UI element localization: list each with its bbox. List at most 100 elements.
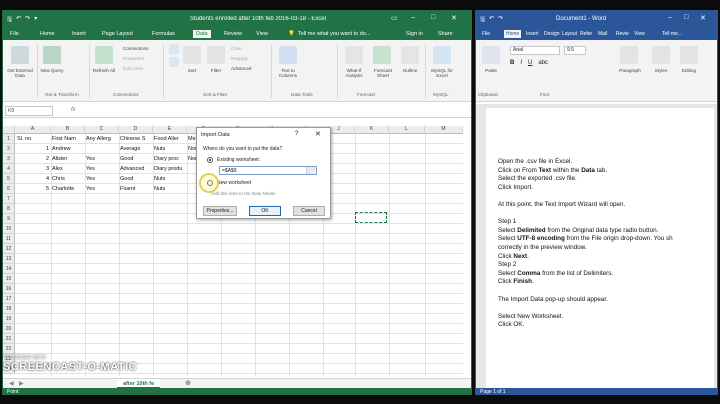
editing-icon[interactable]	[680, 46, 698, 64]
column-header[interactable]: M	[425, 126, 463, 134]
cell[interactable]: 3	[17, 164, 49, 174]
add-data-model-checkbox[interactable]: Add this data to the Data Model	[211, 191, 275, 196]
cell[interactable]: 1	[17, 144, 49, 154]
tab-data[interactable]: Data	[193, 30, 211, 38]
tab-review[interactable]: Revie	[614, 30, 631, 38]
cell[interactable]: Andrew	[52, 144, 85, 154]
cell[interactable]: Yes	[86, 184, 119, 194]
close-icon[interactable]: ✕	[315, 130, 321, 138]
sign-in-link[interactable]: Sign in	[403, 30, 426, 38]
edit-links-button[interactable]: Edit Links	[123, 66, 143, 71]
cell-header[interactable]: Sl. no.	[17, 134, 51, 144]
clear-button[interactable]: Clear	[231, 46, 242, 51]
sort-za-icon[interactable]	[169, 57, 179, 67]
tab-review[interactable]: Review	[221, 30, 245, 38]
cell[interactable]: Nuts	[154, 184, 187, 194]
cell[interactable]: Good	[120, 154, 153, 164]
sort-az-icon[interactable]	[169, 44, 179, 54]
cell[interactable]: 4	[17, 174, 49, 184]
scroll-left-icon[interactable]: ◀	[9, 380, 14, 387]
new-query-icon[interactable]	[43, 46, 61, 64]
cell[interactable]: Diary proc	[154, 154, 187, 164]
paste-icon[interactable]	[482, 46, 500, 64]
tab-layout[interactable]: Layout	[560, 30, 579, 38]
save-icon[interactable]: 🖫	[480, 15, 485, 25]
cell[interactable]: Advanced	[120, 164, 153, 174]
get-external-data-icon[interactable]	[11, 46, 29, 64]
cell[interactable]: Yes	[86, 174, 119, 184]
sort-icon[interactable]	[183, 46, 201, 64]
help-icon[interactable]: ?	[295, 131, 298, 137]
row-header[interactable]: 21	[3, 334, 15, 344]
mysql-icon[interactable]	[433, 46, 451, 64]
row-header[interactable]: 14	[3, 264, 15, 274]
row-header[interactable]: 18	[3, 304, 15, 314]
column-header[interactable]: C	[85, 126, 119, 134]
row-header[interactable]: 10	[3, 224, 15, 234]
tell-me-box[interactable]: Tell me...	[660, 30, 684, 38]
row-header[interactable]: 16	[3, 284, 15, 294]
tab-view[interactable]: View	[253, 30, 271, 38]
row-header[interactable]: 9	[3, 214, 15, 224]
customize-icon[interactable]: ▾	[34, 15, 37, 25]
row-header[interactable]: 2	[3, 144, 15, 154]
italic-icon[interactable]: I	[520, 60, 522, 66]
ribbon-options-icon[interactable]: ▭	[391, 14, 398, 22]
font-name-select[interactable]: Arial	[510, 46, 560, 55]
tab-home[interactable]: Home	[504, 30, 522, 38]
row-header[interactable]: 12	[3, 244, 15, 254]
cell[interactable]: Fluent	[120, 184, 153, 194]
maximize-icon[interactable]: □	[684, 14, 688, 21]
text-to-columns-icon[interactable]	[279, 46, 297, 64]
row-header[interactable]: 1	[3, 134, 15, 144]
cell[interactable]: Average	[120, 144, 153, 154]
column-header[interactable]: K	[355, 126, 389, 134]
add-sheet-icon[interactable]: ⊕	[185, 379, 191, 387]
minimize-icon[interactable]: –	[668, 14, 672, 21]
cell[interactable]: Alister	[52, 154, 85, 164]
cell[interactable]: Yes	[86, 164, 119, 174]
cell[interactable]: 5	[17, 184, 49, 194]
column-header[interactable]: D	[119, 126, 153, 134]
cell-header[interactable]: First Nam	[52, 134, 85, 144]
collapse-dialog-icon[interactable]	[306, 167, 315, 174]
cell[interactable]: Nuts	[154, 144, 187, 154]
what-if-analysis-icon[interactable]	[345, 46, 363, 64]
connections-button[interactable]: Connections	[123, 46, 149, 51]
paragraph-icon[interactable]	[620, 46, 638, 64]
row-header[interactable]: 22	[3, 344, 15, 354]
properties-button[interactable]: Properties...	[203, 206, 237, 216]
outline-icon[interactable]	[401, 46, 419, 64]
row-header[interactable]: 7	[3, 194, 15, 204]
tab-insert[interactable]: Insert	[69, 30, 89, 38]
advanced-button[interactable]: Advanced	[231, 66, 251, 71]
undo-icon[interactable]: ↶	[16, 15, 21, 25]
tab-design[interactable]: Design	[542, 30, 562, 38]
tab-page-layout[interactable]: Page Layout	[99, 30, 136, 38]
save-icon[interactable]: 🖫	[7, 15, 12, 25]
row-header[interactable]: 8	[3, 204, 15, 214]
document-page[interactable]: Open the .csv file in Excel. Click on Fro…	[486, 108, 714, 388]
row-header[interactable]: 13	[3, 254, 15, 264]
bold-icon[interactable]: B	[510, 60, 514, 66]
underline-icon[interactable]: U	[528, 60, 532, 66]
styles-icon[interactable]	[652, 46, 670, 64]
redo-icon[interactable]: ↷	[498, 15, 503, 25]
cell[interactable]: Good	[120, 174, 153, 184]
row-header[interactable]: 15	[3, 274, 15, 284]
row-header[interactable]: 5	[3, 174, 15, 184]
row-header[interactable]: 20	[3, 324, 15, 334]
tab-home[interactable]: Home	[37, 30, 58, 38]
column-header[interactable]: B	[51, 126, 85, 134]
cancel-button[interactable]: Cancel	[293, 206, 325, 216]
ok-button[interactable]: OK	[249, 206, 281, 216]
fx-icon[interactable]: fx	[71, 107, 76, 113]
cell[interactable]: Yes	[86, 154, 119, 164]
row-header[interactable]: 4	[3, 164, 15, 174]
tab-view[interactable]: View	[632, 30, 647, 38]
row-header[interactable]: 17	[3, 294, 15, 304]
column-header[interactable]: L	[389, 126, 425, 134]
cell[interactable]: Diary produ	[154, 164, 199, 174]
maximize-icon[interactable]: □	[431, 14, 435, 21]
cell-header[interactable]: Food Aller	[154, 134, 187, 144]
